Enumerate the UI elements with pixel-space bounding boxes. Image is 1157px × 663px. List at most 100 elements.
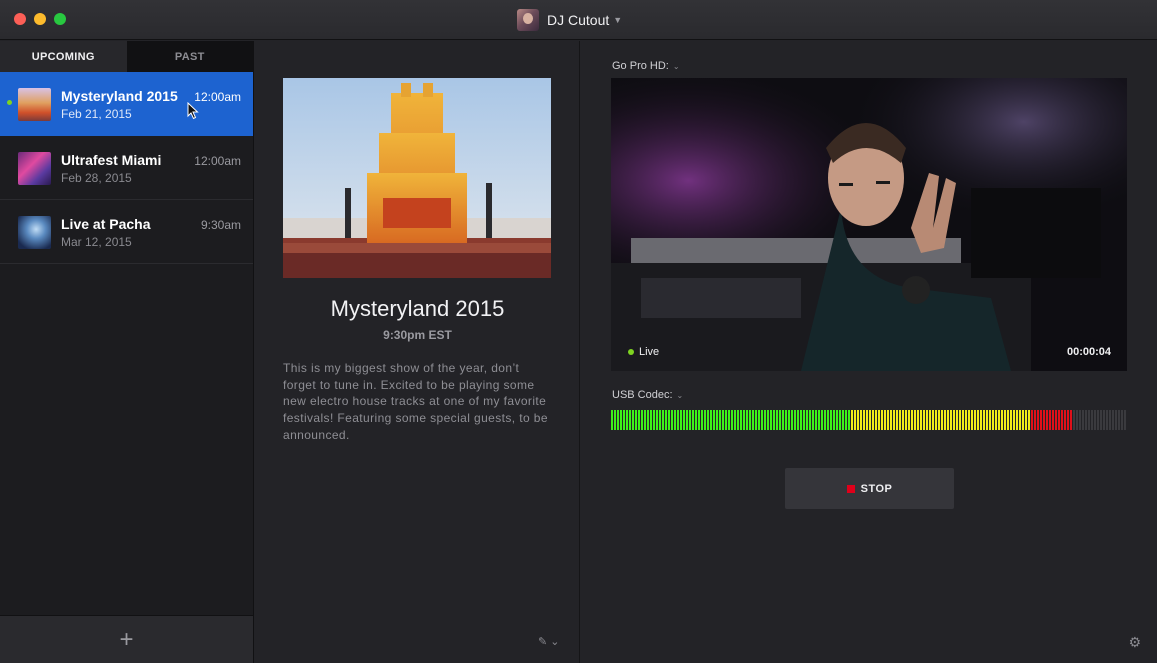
window-close-button[interactable] (14, 13, 26, 25)
meter-segment (917, 410, 919, 430)
meter-segment (656, 410, 658, 430)
tab-upcoming[interactable]: UPCOMING (0, 41, 127, 72)
event-item-pacha[interactable]: Live at Pacha Mar 12, 2015 9:30am (0, 200, 253, 264)
stream-panel: Go Pro HD: ⌄ Live 00:00:04 USB Codec: ⌄ … (581, 41, 1157, 663)
meter-segment (671, 410, 673, 430)
meter-segment (779, 410, 781, 430)
meter-segment (638, 410, 640, 430)
chevron-down-icon: ⌄ (676, 391, 684, 400)
event-detail-time: 9:30pm EST (383, 328, 452, 342)
meter-segment (728, 410, 730, 430)
meter-segment (821, 410, 823, 430)
event-thumbnail (18, 216, 51, 249)
event-date: Mar 12, 2015 (61, 235, 132, 249)
event-title: Ultrafest Miami (61, 152, 162, 168)
meter-segment (752, 410, 754, 430)
meter-segment (818, 410, 820, 430)
meter-segment (614, 410, 616, 430)
meter-segment (1070, 410, 1072, 430)
chevron-down-icon: ▼ (613, 15, 623, 25)
title-bar: DJ Cutout ▼ (0, 0, 1157, 40)
meter-segment (1061, 410, 1063, 430)
meter-segment (1019, 410, 1021, 430)
meter-segment (950, 410, 952, 430)
meter-segment (713, 410, 715, 430)
meter-segment (635, 410, 637, 430)
meter-segment (947, 410, 949, 430)
gear-icon[interactable]: ⚙ (1128, 634, 1141, 651)
meter-segment (923, 410, 925, 430)
meter-segment (1076, 410, 1078, 430)
meter-segment (629, 410, 631, 430)
meter-segment (899, 410, 901, 430)
video-source-select[interactable]: Go Pro HD: ⌄ (612, 60, 680, 72)
event-item-ultrafest[interactable]: Ultrafest Miami Feb 28, 2015 12:00am (0, 136, 253, 200)
meter-segment (1007, 410, 1009, 430)
meter-segment (761, 410, 763, 430)
event-time: 12:00am (194, 90, 241, 104)
meter-segment (719, 410, 721, 430)
meter-segment (833, 410, 835, 430)
meter-segment (956, 410, 958, 430)
event-item-mysteryland[interactable]: Mysteryland 2015 Feb 21, 2015 12:00am (0, 72, 253, 136)
meter-segment (623, 410, 625, 430)
meter-segment (1121, 410, 1123, 430)
tab-past[interactable]: PAST (126, 41, 253, 72)
live-label: Live (639, 346, 660, 358)
event-date: Feb 21, 2015 (61, 107, 132, 121)
mouse-cursor-icon (187, 102, 199, 120)
meter-segment (1094, 410, 1096, 430)
meter-segment (710, 410, 712, 430)
meter-segment (677, 410, 679, 430)
meter-segment (848, 410, 850, 430)
meter-segment (683, 410, 685, 430)
meter-segment (1043, 410, 1045, 430)
audio-source-select[interactable]: USB Codec: ⌄ (612, 389, 683, 401)
profile-menu[interactable]: DJ Cutout ▼ (517, 9, 622, 31)
meter-segment (1055, 410, 1057, 430)
video-source-label: Go Pro HD: (612, 60, 669, 72)
meter-segment (839, 410, 841, 430)
meter-segment (1016, 410, 1018, 430)
meter-segment (995, 410, 997, 430)
meter-segment (908, 410, 910, 430)
chevron-down-icon: ⌄ (672, 62, 680, 71)
pencil-icon[interactable]: ✎ ⌄ (538, 635, 560, 648)
stop-button[interactable]: STOP (785, 468, 954, 509)
meter-segment (869, 410, 871, 430)
meter-segment (1100, 410, 1102, 430)
meter-segment (890, 410, 892, 430)
meter-segment (824, 410, 826, 430)
window-maximize-button[interactable] (54, 13, 66, 25)
meter-segment (1052, 410, 1054, 430)
meter-segment (788, 410, 790, 430)
tab-bar: UPCOMING PAST (0, 41, 253, 72)
meter-segment (743, 410, 745, 430)
meter-segment (863, 410, 865, 430)
meter-segment (860, 410, 862, 430)
meter-segment (914, 410, 916, 430)
meter-segment (1013, 410, 1015, 430)
meter-segment (992, 410, 994, 430)
meter-segment (776, 410, 778, 430)
meter-segment (1031, 410, 1033, 430)
meter-segment (1124, 410, 1126, 430)
meter-segment (737, 410, 739, 430)
meter-segment (773, 410, 775, 430)
meter-segment (893, 410, 895, 430)
meter-segment (620, 410, 622, 430)
meter-segment (758, 410, 760, 430)
window-minimize-button[interactable] (34, 13, 46, 25)
plus-icon[interactable]: + (119, 627, 133, 652)
meter-segment (830, 410, 832, 430)
meter-segment (1079, 410, 1081, 430)
meter-segment (902, 410, 904, 430)
meter-segment (1049, 410, 1051, 430)
avatar (517, 9, 539, 31)
live-dot-icon (628, 349, 634, 355)
meter-segment (1067, 410, 1069, 430)
meter-segment (1064, 410, 1066, 430)
meter-segment (962, 410, 964, 430)
meter-segment (692, 410, 694, 430)
add-event-bar: + (0, 615, 253, 663)
